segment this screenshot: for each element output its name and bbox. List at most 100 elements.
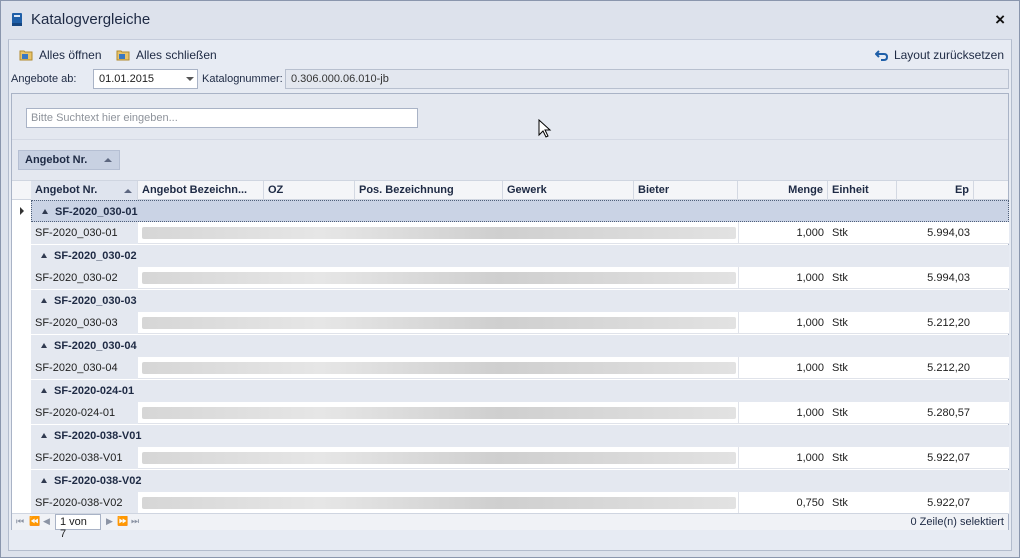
table-row[interactable]: SF-2020_030-01 1,000 Stk 5.994,03 (12, 222, 1009, 244)
group-row[interactable]: SF-2020_030-04 (12, 335, 1009, 357)
data-row[interactable]: SF-2020_030-02 1,000 Stk 5.994,03 (31, 267, 1009, 289)
group-row-header[interactable]: SF-2020_030-02 (31, 245, 1009, 267)
folder-open-icon (19, 50, 33, 61)
selection-status: 0 Zeile(n) selektiert (910, 516, 1004, 528)
cell-menge[interactable]: 1,000 (738, 402, 828, 424)
data-row[interactable]: SF-2020-038-V01 1,000 Stk 5.922,07 (31, 447, 1009, 469)
search-input[interactable]: Bitte Suchtext hier eingeben... (26, 108, 418, 128)
data-row[interactable]: SF-2020-024-01 1,000 Stk 5.280,57 (31, 402, 1009, 424)
cell-ep[interactable]: 5.212,20 (897, 312, 974, 334)
collapse-triangle-icon[interactable] (41, 343, 47, 348)
dropdown-arrow-icon[interactable] (186, 77, 194, 81)
column-header-einheit[interactable]: Einheit (828, 181, 897, 200)
group-row[interactable]: SF-2020-024-01 (12, 380, 1009, 402)
cell-ep[interactable]: 5.280,57 (897, 402, 974, 424)
column-header-menge[interactable]: Menge (738, 181, 828, 200)
close-all-button[interactable]: Alles schließen (116, 46, 217, 64)
collapse-triangle-icon[interactable] (41, 478, 47, 483)
cell-angebot-nr[interactable]: SF-2020_030-02 (31, 267, 138, 289)
group-row[interactable]: SF-2020_030-03 (12, 290, 1009, 312)
group-label: SF-2020-038-V01 (54, 430, 142, 442)
group-row[interactable]: SF-2020-038-V02 (12, 470, 1009, 492)
toolbar: Alles öffnen Alles schließen Layout zurü… (9, 40, 1011, 68)
row-indicator (12, 267, 31, 289)
group-label: SF-2020_030-02 (54, 250, 137, 262)
first-page-icon[interactable]: ⏮ (16, 516, 24, 527)
cell-angebot-nr[interactable]: SF-2020_030-03 (31, 312, 138, 334)
cell-menge[interactable]: 1,000 (738, 447, 828, 469)
column-header-angebot-nr[interactable]: Angebot Nr. (31, 181, 138, 200)
column-header-oz[interactable]: OZ (264, 181, 355, 200)
next-page-fast-icon[interactable]: ⏩ (117, 516, 128, 527)
cell-einheit[interactable]: Stk (828, 492, 897, 514)
group-by-chip[interactable]: Angebot Nr. (18, 150, 120, 170)
cell-menge[interactable]: 1,000 (738, 312, 828, 334)
cell-ep[interactable]: 5.922,07 (897, 447, 974, 469)
offers-from-value: 01.01.2015 (99, 73, 155, 85)
cell-angebot-nr[interactable]: SF-2020-024-01 (31, 402, 138, 424)
cell-angebot-nr[interactable]: SF-2020_030-04 (31, 357, 138, 379)
group-row-header[interactable]: SF-2020_030-03 (31, 290, 1009, 312)
catalog-book-icon (12, 13, 22, 26)
table-row[interactable]: SF-2020-024-01 1,000 Stk 5.280,57 (12, 402, 1009, 424)
table-row[interactable]: SF-2020_030-03 1,000 Stk 5.212,20 (12, 312, 1009, 334)
table-row[interactable]: SF-2020-038-V01 1,000 Stk 5.922,07 (12, 447, 1009, 469)
column-header-pos-bezeichnung[interactable]: Pos. Bezeichnung (355, 181, 503, 200)
column-header-gewerk[interactable]: Gewerk (503, 181, 634, 200)
cell-menge[interactable]: 1,000 (738, 267, 828, 289)
group-row[interactable]: SF-2020_030-02 (12, 245, 1009, 267)
group-row-header[interactable]: SF-2020-038-V02 (31, 470, 1009, 492)
next-page-icon[interactable]: ▶ (106, 516, 113, 527)
cell-einheit[interactable]: Stk (828, 267, 897, 289)
cell-ep[interactable]: 5.212,20 (897, 357, 974, 379)
cell-menge[interactable]: 1,000 (738, 222, 828, 244)
table-row[interactable]: SF-2020_030-02 1,000 Stk 5.994,03 (12, 267, 1009, 289)
group-row[interactable]: SF-2020-038-V01 (12, 425, 1009, 447)
data-row[interactable]: SF-2020_030-04 1,000 Stk 5.212,20 (31, 357, 1009, 379)
data-row[interactable]: SF-2020_030-01 1,000 Stk 5.994,03 (31, 222, 1009, 244)
group-label: SF-2020-038-V02 (54, 475, 142, 487)
column-header-angebot-bezeichnung[interactable]: Angebot Bezeichn... (138, 181, 264, 200)
cell-einheit[interactable]: Stk (828, 357, 897, 379)
reset-layout-button[interactable]: Layout zurücksetzen (874, 46, 1004, 64)
cell-einheit[interactable]: Stk (828, 222, 897, 244)
collapse-triangle-icon[interactable] (41, 388, 47, 393)
group-row[interactable]: SF-2020_030-01 (12, 200, 1009, 222)
collapse-triangle-icon[interactable] (41, 253, 47, 258)
cell-menge[interactable]: 1,000 (738, 357, 828, 379)
column-header-ep[interactable]: Ep (897, 181, 974, 200)
collapse-triangle-icon[interactable] (41, 298, 47, 303)
cell-ep[interactable]: 5.994,03 (897, 222, 974, 244)
cell-angebot-nr[interactable]: SF-2020-038-V02 (31, 492, 138, 514)
cell-einheit[interactable]: Stk (828, 312, 897, 334)
collapse-triangle-icon[interactable] (42, 209, 48, 214)
redacted-content (142, 272, 736, 284)
table-row[interactable]: SF-2020_030-04 1,000 Stk 5.212,20 (12, 357, 1009, 379)
offers-from-date-picker[interactable]: 01.01.2015 (93, 69, 198, 89)
cell-ep[interactable]: 5.922,07 (897, 492, 974, 514)
column-header-row: Angebot Nr. Angebot Bezeichn... OZ Pos. … (12, 180, 1008, 200)
row-indicator (12, 402, 31, 424)
previous-page-icon[interactable]: ◀ (43, 516, 50, 527)
cell-angebot-nr[interactable]: SF-2020_030-01 (31, 222, 138, 244)
cell-menge[interactable]: 0,750 (738, 492, 828, 514)
open-all-button[interactable]: Alles öffnen (19, 46, 102, 64)
page-indicator[interactable]: 1 von 7 (55, 514, 101, 540)
last-page-icon[interactable]: ⏭ (131, 516, 139, 527)
cell-ep[interactable]: 5.994,03 (897, 267, 974, 289)
cell-einheit[interactable]: Stk (828, 402, 897, 424)
group-row-header[interactable]: SF-2020_030-04 (31, 335, 1009, 357)
cell-einheit[interactable]: Stk (828, 447, 897, 469)
column-header-bieter[interactable]: Bieter (634, 181, 738, 200)
offers-from-label: Angebote ab: (11, 73, 77, 85)
close-button[interactable]: × (995, 10, 1005, 30)
data-row[interactable]: SF-2020-038-V02 0,750 Stk 5.922,07 (31, 492, 1009, 514)
group-row-header[interactable]: SF-2020-024-01 (31, 380, 1009, 402)
table-row[interactable]: SF-2020-038-V02 0,750 Stk 5.922,07 (12, 492, 1009, 514)
collapse-triangle-icon[interactable] (41, 433, 47, 438)
previous-page-fast-icon[interactable]: ⏪ (29, 516, 40, 527)
group-row-header[interactable]: SF-2020-038-V01 (31, 425, 1009, 447)
cell-angebot-nr[interactable]: SF-2020-038-V01 (31, 447, 138, 469)
data-row[interactable]: SF-2020_030-03 1,000 Stk 5.212,20 (31, 312, 1009, 334)
group-row-header[interactable]: SF-2020_030-01 (31, 200, 1009, 222)
